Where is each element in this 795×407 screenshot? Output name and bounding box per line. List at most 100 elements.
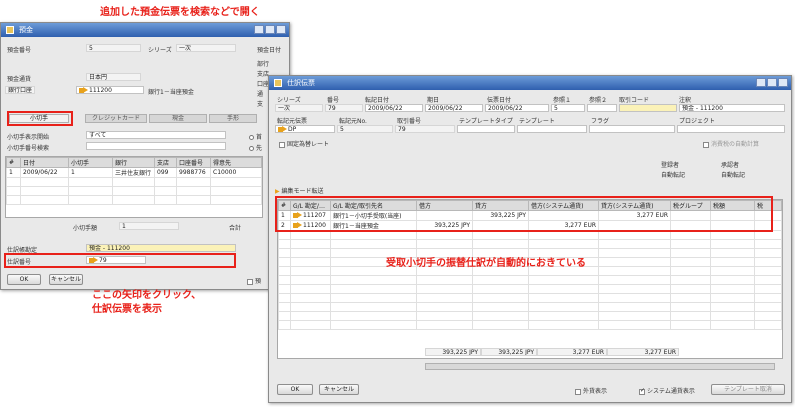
series-field[interactable]: 一次 — [176, 44, 236, 52]
journal-acct-field[interactable]: 預金 - 111200 — [86, 244, 236, 252]
cell[interactable]: C10000 — [210, 167, 262, 178]
radio-1-label: 首 — [256, 134, 263, 141]
col-header[interactable]: 銀行 — [112, 157, 155, 168]
link-arrow-icon[interactable] — [278, 126, 287, 132]
due-date-field[interactable]: 2009/06/22 — [425, 104, 483, 112]
col-header[interactable]: # — [6, 157, 21, 168]
remarks-field[interactable]: 預金 - 111200 — [679, 104, 785, 112]
cell[interactable]: 9988776 — [176, 167, 211, 178]
radio-icon[interactable] — [249, 135, 254, 140]
cell[interactable]: 2009/06/22 — [20, 167, 69, 178]
table-row — [278, 275, 782, 285]
ref2-field[interactable] — [587, 104, 617, 112]
minimize-icon[interactable] — [756, 78, 766, 87]
bank-account-field[interactable]: 111200 — [76, 86, 144, 94]
system-currency-label: システム通貨表示 — [647, 388, 695, 395]
link-arrow-icon[interactable] — [79, 87, 88, 93]
checkbox-icon[interactable] — [247, 278, 253, 285]
radio-2[interactable]: 先 — [249, 143, 262, 152]
hdr-label-no: 番号 — [327, 97, 340, 104]
checkbox-icon[interactable] — [639, 387, 645, 395]
col-header[interactable]: 口座番号 — [176, 157, 211, 168]
table-row — [278, 284, 782, 294]
cell[interactable]: 1 — [68, 167, 113, 178]
hdr-label-trans-no: 取引番号 — [397, 118, 422, 125]
tab-credit-card[interactable]: クレジットカード — [85, 114, 147, 123]
checkbox-icon[interactable] — [575, 388, 581, 395]
posting-date-field[interactable]: 2009/06/22 — [365, 104, 423, 112]
col-header[interactable]: 得意先 — [210, 157, 262, 168]
fixed-exchange-checkbox[interactable]: 固定為替レート — [279, 139, 329, 148]
right-short-1: 通 — [257, 91, 264, 98]
ok-button[interactable]: OK — [277, 384, 313, 395]
check-amount-field: 1 — [119, 222, 179, 230]
bank-account-label: 銀行口座 — [5, 86, 35, 94]
bottom-checkbox-label: 預 — [255, 278, 262, 285]
maximize-icon[interactable] — [767, 78, 777, 87]
check-no-search-label: 小切手番号検索 — [7, 145, 50, 152]
check-no-search-field[interactable] — [86, 142, 226, 150]
cancel-button[interactable]: キャンセル — [319, 384, 359, 395]
flag-field[interactable] — [589, 125, 675, 133]
bottom-checkbox[interactable]: 預 — [247, 276, 261, 285]
template-field[interactable] — [517, 125, 587, 133]
table-row — [278, 302, 782, 312]
bank-account-value: 111200 — [89, 87, 112, 94]
deposit-window: 預金 預金番号 5 シリーズ 一次 預金日付 部行 支店 口座 預金通貨 日本円… — [0, 22, 290, 290]
tab-cash[interactable]: 現金 — [149, 114, 207, 123]
table-row — [278, 239, 782, 249]
close-icon[interactable] — [778, 78, 788, 87]
approver-value: 自動転記 — [721, 172, 746, 179]
col-header[interactable]: 日付 — [20, 157, 69, 168]
table-row[interactable]: 1 2009/06/22 1 三井住友銀行 099 9988776 C10000 — [6, 167, 262, 178]
template-type-field[interactable] — [457, 125, 515, 133]
caption-left-2: 仕訳伝票を表示 — [92, 304, 162, 315]
ref1-field[interactable]: 5 — [551, 104, 585, 112]
ok-button[interactable]: OK — [7, 274, 41, 285]
horizontal-scrollbar[interactable] — [425, 363, 775, 370]
system-currency-checkbox[interactable]: システム通貨表示 — [639, 386, 695, 395]
section-label-text: 編集モード転送 — [281, 188, 324, 195]
highlight-journal-rows — [275, 196, 773, 232]
number-field[interactable]: 79 — [325, 104, 363, 112]
trans-code-field[interactable] — [619, 104, 677, 112]
series-label: シリーズ — [148, 47, 172, 54]
cancel-button[interactable]: キャンセル — [49, 274, 83, 285]
radio-1[interactable]: 首 — [249, 132, 262, 141]
window-buttons — [253, 25, 286, 39]
tab-bill[interactable]: 手形 — [209, 114, 257, 123]
project-field[interactable] — [677, 125, 785, 133]
close-icon[interactable] — [276, 25, 286, 34]
deposit-titlebar: 預金 — [1, 23, 289, 37]
expand-arrow-icon[interactable]: ▶ — [275, 188, 280, 195]
deposit-no-field[interactable]: 5 — [86, 44, 141, 52]
maximize-icon[interactable] — [265, 25, 275, 34]
total-label: 合計 — [229, 225, 242, 232]
minimize-icon[interactable] — [254, 25, 264, 34]
origin-field[interactable]: DP — [275, 125, 335, 133]
check-display-field[interactable]: すべて — [86, 131, 226, 139]
consumption-tax-checkbox[interactable]: 消費税の自動計算 — [703, 139, 759, 148]
radio-icon[interactable] — [249, 146, 254, 151]
radio-2-label: 先 — [256, 145, 263, 152]
col-header[interactable]: 小切手 — [68, 157, 113, 168]
col-header[interactable]: 支店 — [154, 157, 177, 168]
approver-label: 承認者 — [721, 162, 740, 169]
hdr-label-due-date: 期日 — [427, 97, 440, 104]
trans-no-field: 79 — [395, 125, 455, 133]
cell[interactable]: 三井住友銀行 — [112, 167, 155, 178]
checkbox-icon[interactable] — [703, 141, 709, 148]
foreign-checkbox[interactable]: 外貨表示 — [575, 386, 607, 395]
hdr-label-project: プロジェクト — [679, 118, 716, 125]
journal-window: 仕訳伝票 シリーズ 番号 転記日付 期日 伝票日付 参照１ 参照２ 取引コード … — [268, 75, 792, 403]
hdr-label-origin: 転記元伝票 — [277, 118, 308, 125]
window-buttons — [755, 78, 788, 92]
series-field[interactable]: 一次 — [275, 104, 323, 112]
doc-date-field[interactable]: 2009/06/22 — [485, 104, 549, 112]
highlight-check-tab — [7, 111, 73, 126]
currency-field[interactable]: 日本円 — [86, 73, 141, 81]
cell[interactable]: 099 — [154, 167, 177, 178]
template-cancel-button[interactable]: テンプレート取消 — [711, 384, 785, 395]
currency-label: 預金通貨 — [7, 76, 32, 83]
checkbox-icon[interactable] — [279, 141, 285, 148]
